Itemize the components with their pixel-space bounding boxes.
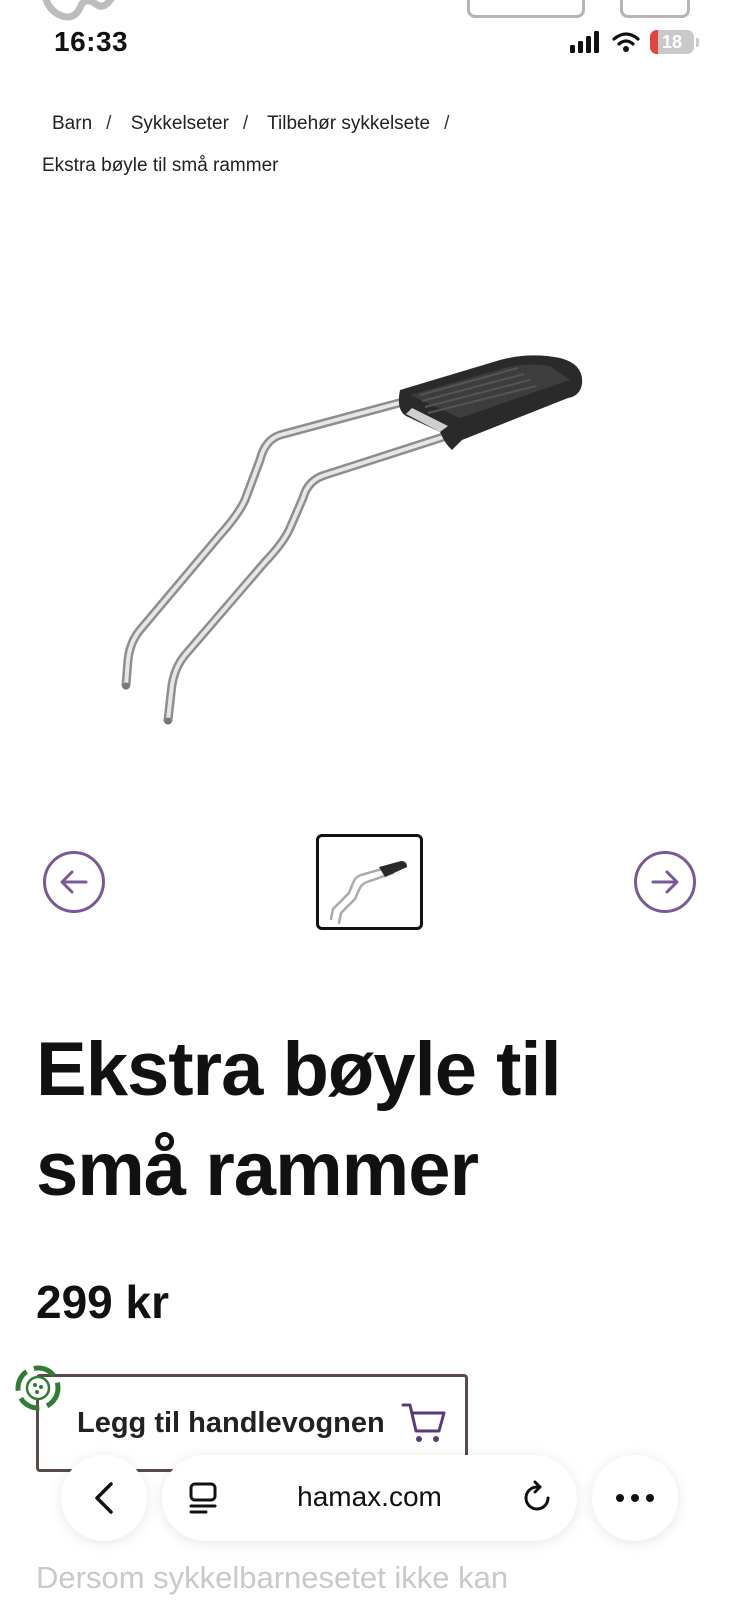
- breadcrumb-separator: /: [242, 113, 249, 134]
- battery-icon: 18: [650, 30, 694, 54]
- product-image: [121, 355, 583, 725]
- more-options-icon: [616, 1494, 654, 1502]
- product-description: Dersom sykkelbarnesetet ikke kan: [36, 1560, 509, 1595]
- arrow-left-icon: [60, 870, 88, 894]
- cellular-signal-icon: [570, 31, 599, 53]
- breadcrumb-item-sykkelseter[interactable]: Sykkelseter: [131, 113, 229, 134]
- chevron-left-icon: [95, 1482, 113, 1514]
- address-bar[interactable]: hamax.com: [162, 1455, 577, 1541]
- status-time: 16:33: [54, 26, 129, 57]
- eco-badge-icon[interactable]: [12, 1362, 64, 1414]
- header-search-button-stub[interactable]: [467, 0, 585, 18]
- shopping-cart-icon: [401, 1403, 446, 1442]
- breadcrumb: Barn / Sykkelseter / Tilbehør sykkelsete / …: [42, 103, 702, 187]
- gallery-next-button[interactable]: [634, 851, 696, 913]
- breadcrumb-separator: /: [106, 113, 112, 134]
- breadcrumb-item-tilbehor[interactable]: Tilbehør sykkelsete: [267, 113, 430, 134]
- reload-icon[interactable]: [521, 1479, 555, 1515]
- gallery-thumbnail[interactable]: [316, 834, 423, 930]
- wifi-icon: [612, 32, 640, 52]
- browser-back-button[interactable]: [61, 1455, 147, 1541]
- battery-level: 18: [661, 32, 683, 52]
- product-price: 299 kr: [36, 1276, 170, 1328]
- gallery-prev-button[interactable]: [43, 851, 105, 913]
- arrow-right-icon: [651, 870, 679, 894]
- browser-more-button[interactable]: [592, 1455, 678, 1541]
- add-to-cart-label: Legg til handlevognen: [77, 1406, 385, 1439]
- thumbnail-image: [329, 861, 407, 925]
- status-icons: 18: [570, 30, 699, 54]
- product-title: Ekstra bøyle til små rammer: [36, 1027, 562, 1212]
- breadcrumb-separator: /: [444, 113, 450, 134]
- header-menu-button-stub[interactable]: [620, 0, 690, 18]
- status-bar: 16:33 18: [0, 0, 739, 70]
- breadcrumb-current: Ekstra bøyle til små rammer: [42, 155, 279, 176]
- breadcrumb-item-barn[interactable]: Barn: [52, 113, 92, 134]
- browser-toolbar: hamax.com: [0, 1440, 739, 1550]
- address-url: hamax.com: [297, 1481, 442, 1512]
